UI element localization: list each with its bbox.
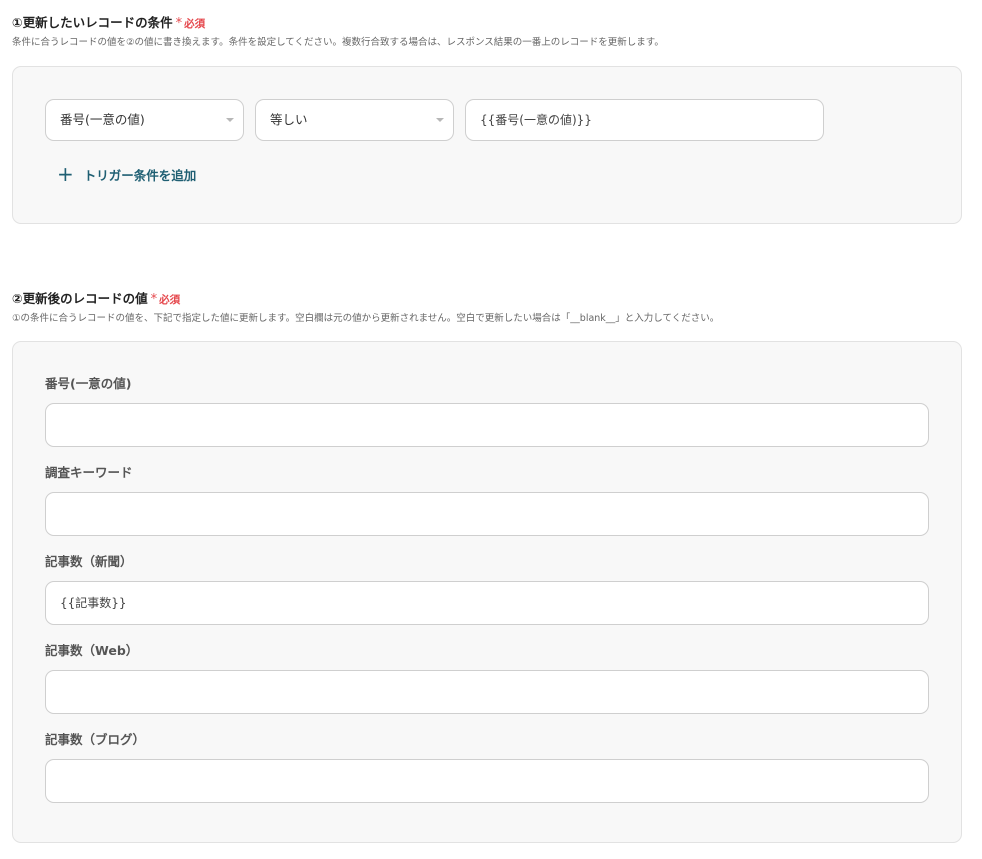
field-input-articles-blog[interactable] [45, 759, 929, 803]
chevron-down-icon [226, 118, 234, 122]
section-title-text: ②更新後のレコードの値 [12, 291, 148, 306]
section-title: ②更新後のレコードの値 * 必須 [12, 290, 962, 308]
update-condition-section: ①更新したいレコードの条件 * 必須 条件に合うレコードの値を②の値に書き換えます。… [12, 14, 962, 224]
required-label: 必須 [184, 18, 206, 30]
section-title: ①更新したいレコードの条件 * 必須 [12, 14, 962, 32]
required-star-icon: * [175, 16, 183, 31]
required-star-icon: * [150, 292, 158, 307]
section-description: ①の条件に合うレコードの値を、下記で指定した値に更新します。空白欄は元の値から更… [12, 313, 720, 324]
field-input-articles-newspaper[interactable]: {{記事数}} [45, 581, 929, 625]
add-condition-label: トリガー条件を追加 [83, 167, 197, 183]
condition-field-select[interactable]: 番号(一意の値) [45, 99, 244, 141]
condition-operator-value: 等しい [270, 112, 308, 127]
field-label-articles-newspaper: 記事数（新聞） [45, 554, 133, 569]
updated-values-section: ②更新後のレコードの値 * 必須 ①の条件に合うレコードの値を、下記で指定した値に更… [12, 290, 962, 843]
field-label-keyword: 調査キーワード [45, 465, 133, 480]
condition-field-value: 番号(一意の値) [60, 112, 145, 127]
condition-operator-select[interactable]: 等しい [255, 99, 454, 141]
section-description: 条件に合うレコードの値を②の値に書き換えます。条件を設定してください。複数行合致… [12, 37, 664, 48]
values-panel: 番号(一意の値) 調査キーワード 記事数（新聞） {{記事数}} 記事数（Web… [12, 341, 962, 843]
field-label-articles-blog: 記事数（ブログ） [45, 732, 146, 747]
field-label-number: 番号(一意の値) [45, 376, 132, 391]
field-input-number[interactable] [45, 403, 929, 447]
field-input-keyword[interactable] [45, 492, 929, 536]
field-label-articles-web: 記事数（Web） [45, 643, 139, 658]
condition-panel: 番号(一意の値) 等しい {{番号(一意の値)}} + トリガー条件を追加 [12, 66, 962, 224]
add-trigger-condition-button[interactable]: + トリガー条件を追加 [57, 163, 196, 185]
field-input-articles-web[interactable] [45, 670, 929, 714]
chevron-down-icon [436, 118, 444, 122]
section-title-text: ①更新したいレコードの条件 [12, 15, 173, 30]
plus-icon: + [57, 162, 74, 186]
condition-value-input[interactable]: {{番号(一意の値)}} [465, 99, 824, 141]
required-label: 必須 [159, 294, 181, 306]
